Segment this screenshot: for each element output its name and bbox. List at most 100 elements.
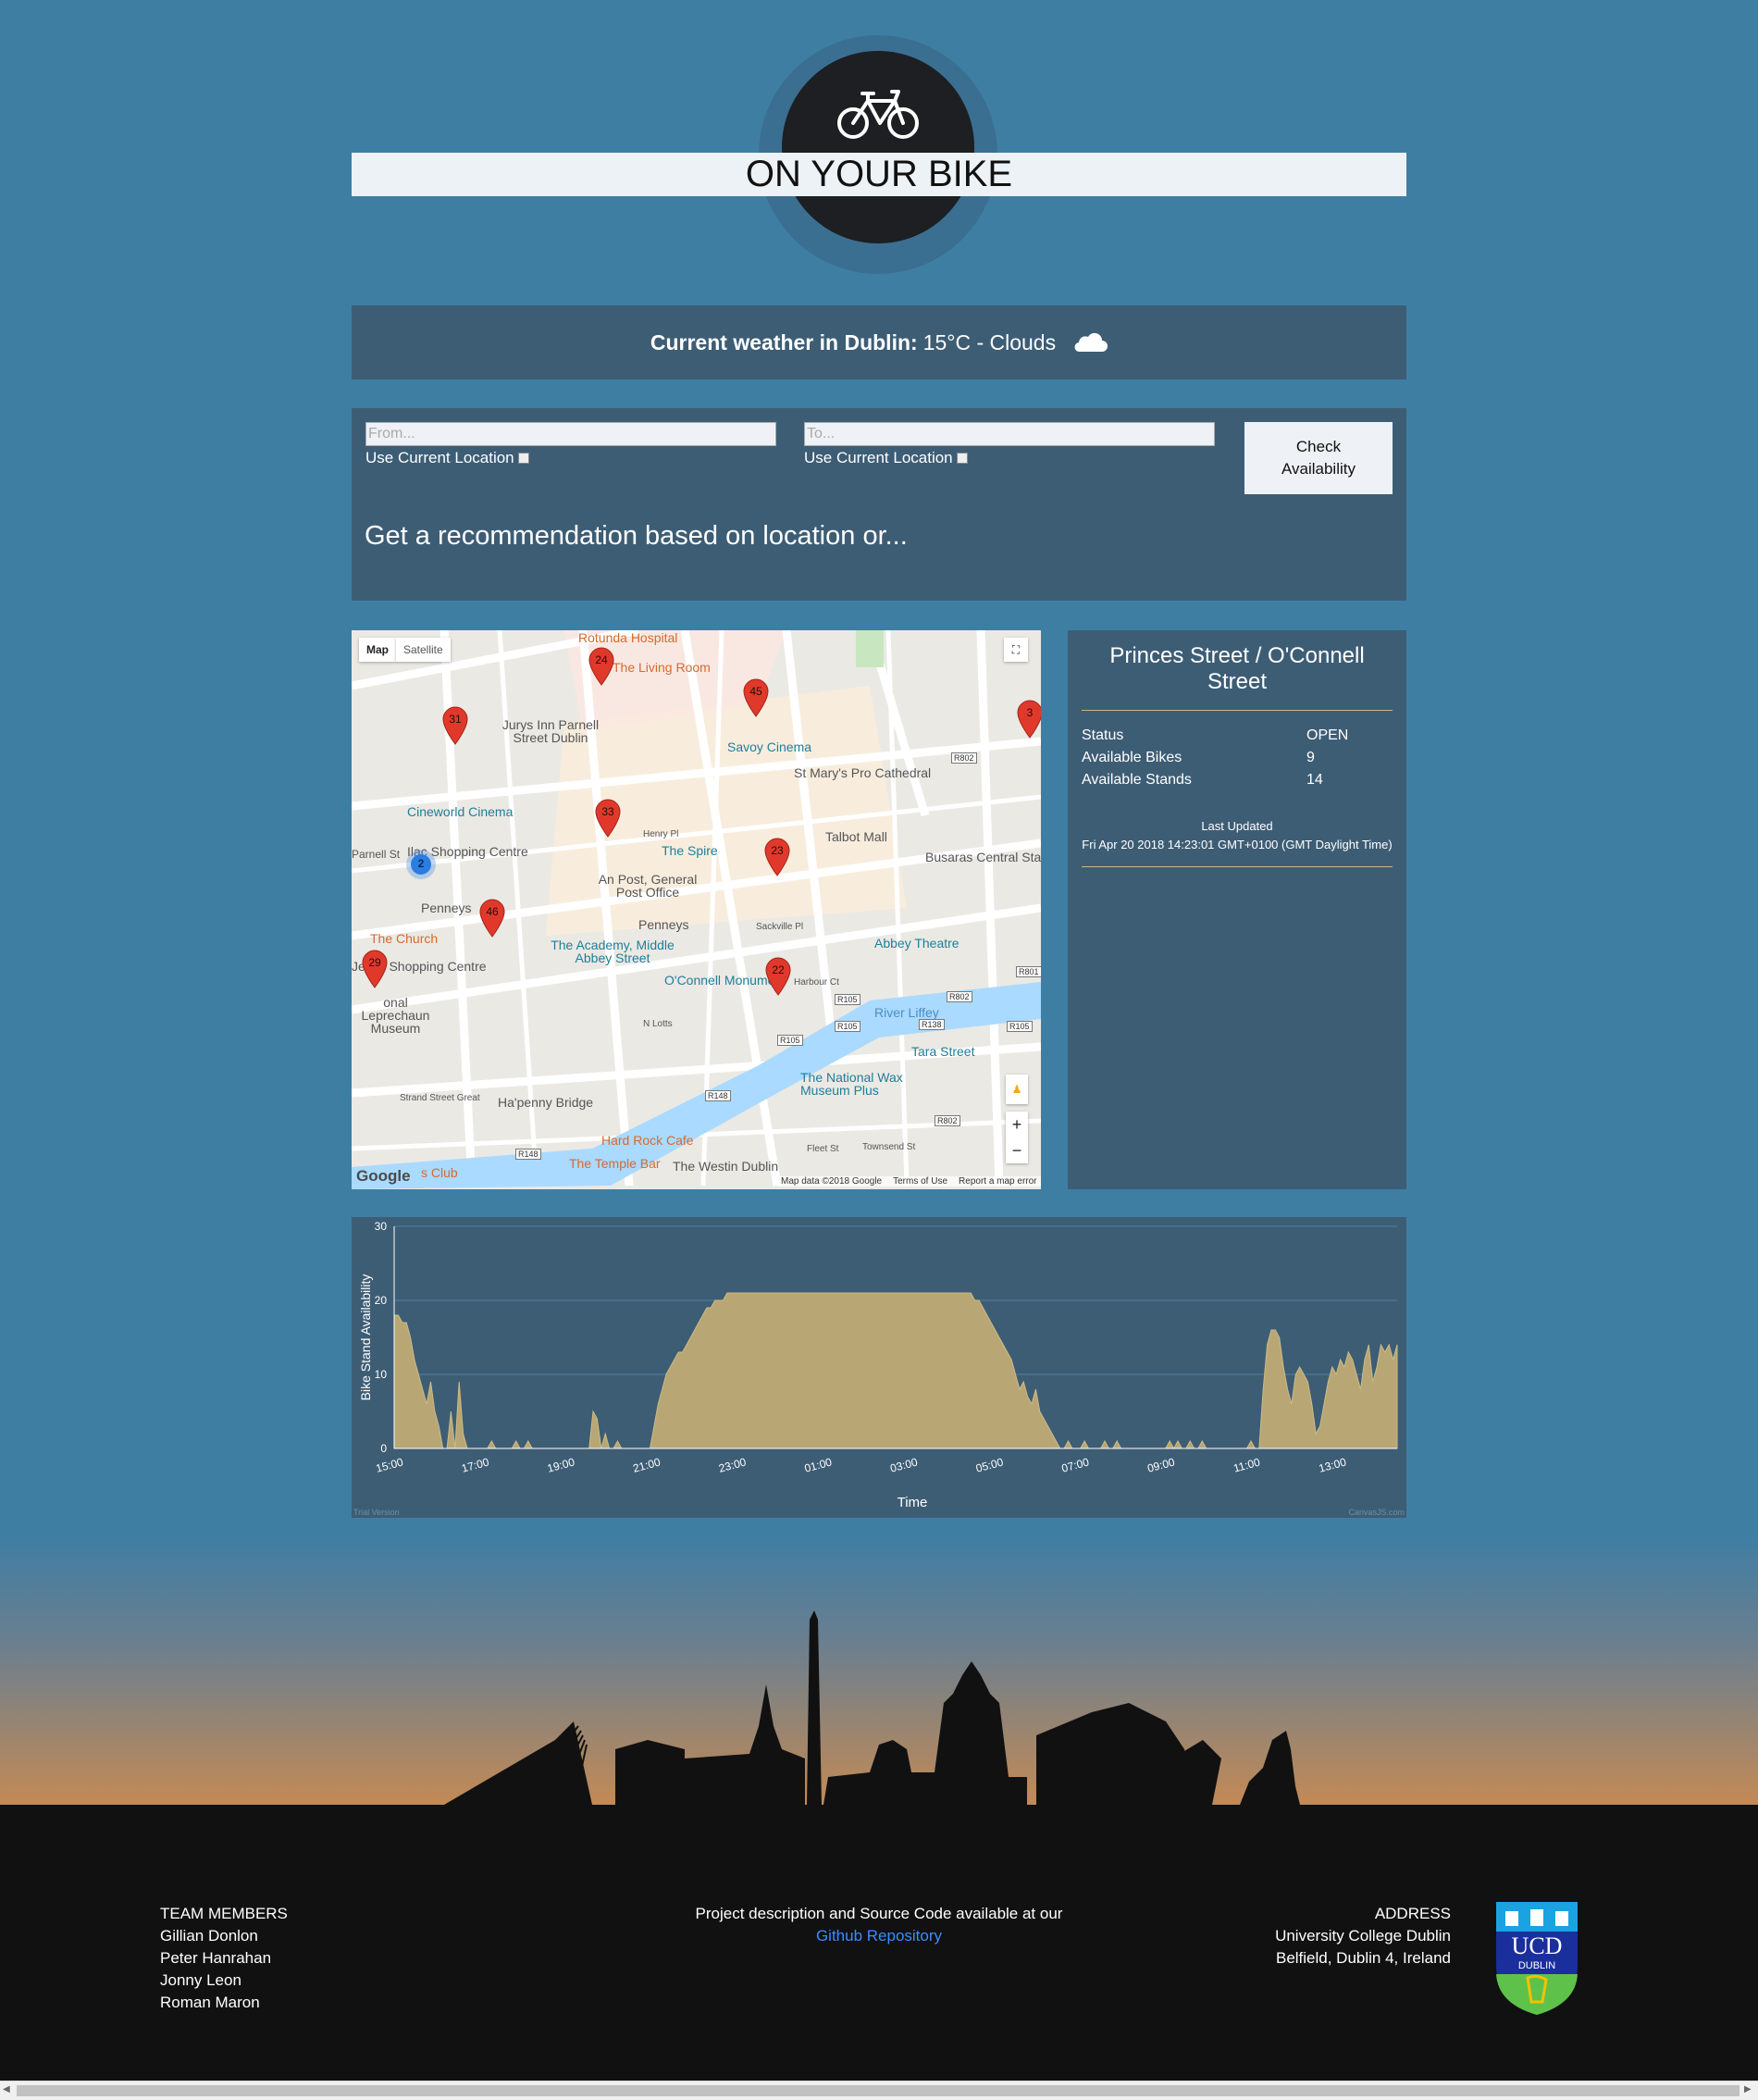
zoom-controls[interactable]: + − bbox=[1006, 1112, 1028, 1163]
chart-x-tick-label: 17:00 bbox=[460, 1455, 490, 1474]
to-input[interactable] bbox=[804, 422, 1215, 446]
road-badge: R105 bbox=[1007, 1021, 1033, 1032]
zoom-out-icon[interactable]: − bbox=[1006, 1137, 1028, 1163]
check-availability-button[interactable]: Check Availability bbox=[1244, 422, 1393, 494]
app-title: ON YOUR BIKE bbox=[352, 153, 1406, 196]
map-type-map-button[interactable]: Map bbox=[359, 638, 396, 662]
map-label-henry: Henry Pl bbox=[643, 829, 679, 839]
use-location-to-checkbox[interactable] bbox=[956, 453, 968, 464]
check-availability-line1: Check bbox=[1295, 438, 1342, 455]
station-pin[interactable]: 3 bbox=[1016, 700, 1041, 739]
map-label-hapenny: Ha'penny Bridge bbox=[498, 1095, 594, 1110]
chart-y-tick-label: 20 bbox=[375, 1294, 388, 1307]
available-stands-value: 14 bbox=[1306, 772, 1323, 788]
chart-x-tick-label: 01:00 bbox=[803, 1455, 834, 1474]
road-badge: R148 bbox=[705, 1090, 731, 1101]
station-pin[interactable]: 22 bbox=[764, 957, 792, 996]
map-label-church: The Church bbox=[370, 931, 439, 946]
road-badge: R138 bbox=[919, 1019, 945, 1030]
map-label-townsend: Townsend St bbox=[862, 1142, 916, 1152]
map-label-sackville: Sackville Pl bbox=[756, 922, 804, 932]
zoom-in-icon[interactable]: + bbox=[1006, 1112, 1028, 1137]
station-pin[interactable]: 2 bbox=[405, 849, 436, 888]
bike-icon bbox=[837, 90, 919, 139]
map-type-satellite-label: Satellite bbox=[403, 643, 443, 656]
github-repository-link[interactable]: Github Repository bbox=[648, 1927, 1110, 1945]
road-badge: R801 bbox=[1016, 966, 1041, 977]
weather-label: Current weather in Dublin: bbox=[650, 329, 918, 354]
chart-x-axis-title: Time bbox=[898, 1495, 928, 1510]
footer: TEAM MEMBERS Gillian Donlon Peter Hanrah… bbox=[0, 1805, 1758, 2081]
road-badge: R148 bbox=[515, 1149, 541, 1160]
ucd-crest-text-bottom: DUBLIN bbox=[1518, 1960, 1555, 1971]
map-label-living-room: The Living Room bbox=[613, 660, 711, 675]
station-panel: Princes Street / O'Connell Street Status… bbox=[1068, 630, 1406, 1189]
chart-x-tick-label: 05:00 bbox=[974, 1455, 1005, 1474]
last-updated: Last Updated Fri Apr 20 2018 14:23:01 GM… bbox=[1068, 817, 1406, 854]
address-line-1: University College Dublin bbox=[1275, 1927, 1451, 1945]
map-label-savoy: Savoy Cinema bbox=[727, 739, 812, 754]
availability-chart: 0 10 20 30 15:00 17:00 19:00 21:00 23:00 01:00 03:… bbox=[352, 1217, 1406, 1518]
station-pin[interactable]: 29 bbox=[361, 950, 389, 988]
chart-y-tick-label: 10 bbox=[375, 1368, 388, 1381]
available-stands-label: Available Stands bbox=[1082, 772, 1192, 788]
google-logo: Google bbox=[356, 1167, 411, 1185]
pegman-icon[interactable]: ♟ bbox=[1006, 1075, 1028, 1104]
station-pin[interactable]: 24 bbox=[588, 647, 615, 686]
ucd-crest-logo: UCD DUBLIN bbox=[1496, 1902, 1578, 2015]
use-location-from-checkbox[interactable] bbox=[517, 453, 529, 464]
map-label-fleet: Fleet St bbox=[807, 1144, 839, 1154]
weather-panel: Current weather in Dublin: 15°C - Clouds bbox=[352, 305, 1406, 379]
map-label-nlotts: N Lotts bbox=[643, 1019, 673, 1029]
logo-circle bbox=[782, 51, 974, 243]
map-label-liffey: River Liffey bbox=[874, 1005, 939, 1020]
station-pin[interactable]: 31 bbox=[441, 706, 469, 745]
map-terms-link[interactable]: Terms of Use bbox=[893, 1176, 947, 1187]
map-label-penneys-1: Penneys bbox=[421, 901, 472, 915]
map[interactable]: Map Satellite ⛶ ♟ + − Rotunda Hospital T… bbox=[352, 630, 1041, 1189]
check-availability-line2: Availability bbox=[1281, 460, 1356, 478]
project-text: Project description and Source Code avai… bbox=[695, 1905, 1063, 1922]
team-member: Jonny Leon bbox=[160, 1971, 241, 1989]
map-label-post-office: An Post, General Post Office bbox=[598, 872, 698, 900]
chart-x-tick-label: 15:00 bbox=[375, 1455, 405, 1474]
chart-y-tick-label: 30 bbox=[375, 1220, 388, 1233]
use-location-to[interactable]: Use Current Location bbox=[804, 449, 968, 467]
recommendation-text: Get a recommendation based on location o… bbox=[365, 521, 908, 551]
use-location-from[interactable]: Use Current Location bbox=[365, 449, 529, 467]
map-type-satellite-button[interactable]: Satellite bbox=[396, 638, 451, 662]
team-member: Peter Hanrahan bbox=[160, 1949, 272, 1967]
station-name: Princes Street / O'Connell Street bbox=[1109, 643, 1365, 694]
map-label-strand: Strand Street Great bbox=[400, 1093, 480, 1103]
station-pin[interactable]: 46 bbox=[478, 899, 506, 938]
chart-x-tick-label: 11:00 bbox=[1232, 1456, 1262, 1475]
station-pin[interactable]: 45 bbox=[742, 678, 770, 717]
chart-watermark-right: CanvasJS.com bbox=[1348, 1508, 1405, 1517]
chart-x-tick-label: 03:00 bbox=[889, 1455, 920, 1474]
scroll-right-icon[interactable]: ▶ bbox=[1744, 2084, 1752, 2094]
ucd-crest-text-top: UCD bbox=[1512, 1932, 1563, 1959]
status-value: OPEN bbox=[1306, 727, 1349, 743]
fullscreen-icon[interactable]: ⛶ bbox=[1004, 638, 1028, 662]
map-label-parnell: Parnell St bbox=[352, 848, 401, 861]
map-label-st-marys: St Mary's Pro Cathedral bbox=[794, 765, 932, 780]
horizontal-scrollbar[interactable]: ◀ ▶ bbox=[0, 2081, 1758, 2100]
team-heading: TEAM MEMBERS bbox=[160, 1905, 288, 1922]
map-type-map-label: Map bbox=[366, 643, 389, 656]
map-label-hardrock: Hard Rock Cafe bbox=[601, 1133, 694, 1148]
station-divider-top bbox=[1082, 710, 1393, 711]
chart-x-tick-label: 23:00 bbox=[717, 1455, 748, 1474]
map-report-link[interactable]: Report a map error bbox=[959, 1176, 1036, 1187]
road-badge: R802 bbox=[951, 752, 977, 764]
status-label: Status bbox=[1082, 727, 1124, 743]
map-label-jurys: Jurys Inn Parnell Street Dublin bbox=[501, 717, 600, 745]
road-badge: R802 bbox=[935, 1115, 960, 1126]
scroll-left-icon[interactable]: ◀ bbox=[3, 2084, 10, 2094]
scrollbar-thumb[interactable] bbox=[17, 2085, 1739, 2096]
chart-x-tick-label: 21:00 bbox=[632, 1455, 662, 1474]
map-attribution: Map data ©2018 Google Terms of Use Repor… bbox=[777, 1176, 1041, 1187]
station-pin[interactable]: 33 bbox=[594, 799, 622, 838]
from-input[interactable] bbox=[365, 422, 776, 446]
station-pin[interactable]: 23 bbox=[763, 838, 791, 876]
map-label-cineworld: Cineworld Cinema bbox=[407, 804, 514, 819]
